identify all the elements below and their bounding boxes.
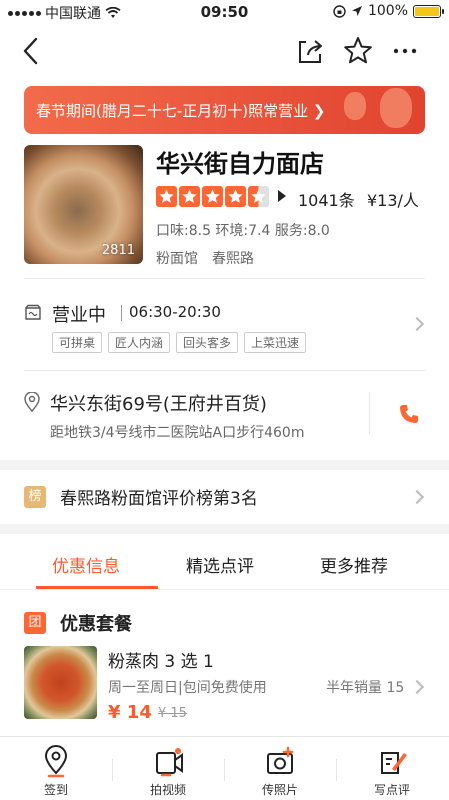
star-full-icon: [156, 186, 177, 207]
business-hours: 06:30-20:30: [129, 303, 221, 321]
feature-tags: 可拼桌 匠人内涵 回头客多 上菜迅速: [52, 332, 307, 353]
deal-original-price: ¥ 15: [158, 706, 187, 721]
share-icon[interactable]: [294, 34, 328, 68]
feature-tag: 上菜迅速: [244, 332, 307, 353]
deal-sales: 半年销量 15: [326, 680, 405, 696]
phone-icon[interactable]: [398, 403, 420, 425]
shop-tags: 粉面馆 春熙路: [156, 248, 268, 268]
category-tag[interactable]: 粉面馆: [156, 251, 198, 267]
upload-photo-button[interactable]: 传照片: [224, 737, 336, 800]
tab-deals[interactable]: 优惠信息: [52, 552, 120, 577]
separator: [369, 392, 370, 434]
nav-bar: [0, 24, 449, 80]
rank-badge-icon: 榜: [24, 486, 46, 508]
section-gap: [0, 460, 449, 470]
write-review-icon: [381, 752, 407, 774]
battery-percent: 100%: [367, 3, 408, 19]
battery-icon: [413, 4, 444, 18]
holiday-banner[interactable]: 春节期间(腊月二十七-正月初十)照常营业 ❯: [24, 86, 425, 134]
deal-chevron-right-icon[interactable]: [409, 679, 425, 695]
status-right: 100%: [333, 3, 444, 19]
orientation-lock-icon: [333, 4, 346, 18]
ranking-chevron-right-icon[interactable]: [409, 489, 425, 505]
video-camera-icon: [156, 748, 183, 777]
hours-chevron-right-icon[interactable]: [409, 316, 425, 332]
shop-photo[interactable]: 2811: [24, 145, 143, 264]
feature-tag: 可拼桌: [52, 332, 103, 353]
location-pin-icon: [24, 392, 40, 412]
content: 春节期间(腊月二十七-正月初十)照常营业 ❯ 2811 华兴街自力面店 1041…: [0, 80, 449, 736]
upload-photo-label: 传照片: [261, 783, 298, 797]
open-status: 营业中: [52, 305, 106, 326]
record-video-label: 拍视频: [149, 783, 186, 797]
banner-text: 春节期间(腊月二十七-正月初十)照常营业 ❯: [36, 102, 326, 120]
checkin-location-icon: [44, 745, 68, 778]
write-review-button[interactable]: 写点评: [336, 737, 448, 800]
write-review-label: 写点评: [373, 783, 410, 797]
star-full-icon: [179, 186, 200, 207]
checkin-label: 签到: [43, 783, 68, 797]
deal-name[interactable]: 粉蒸肉 3 选 1: [108, 647, 214, 672]
record-video-button[interactable]: 拍视频: [112, 737, 224, 800]
star-half-icon: [248, 186, 269, 207]
deal-usage: 周一至周日|包间免费使用: [108, 680, 267, 696]
section-gap: [0, 524, 449, 534]
lantern-decoration: [344, 92, 366, 120]
subway-distance: 距地铁3/4号线市二医院站A口步行460m: [50, 425, 305, 441]
star-icon[interactable]: [341, 34, 375, 68]
tab-featured-reviews[interactable]: 精选点评: [186, 552, 254, 577]
star-full-icon: [225, 186, 246, 207]
more-icon[interactable]: [388, 34, 422, 68]
avg-price: ¥13/人: [367, 191, 419, 210]
deal-image[interactable]: [24, 646, 97, 719]
deals-section-title: 优惠套餐: [60, 614, 132, 635]
review-count[interactable]: 1041条: [298, 187, 355, 211]
shop-address[interactable]: 华兴东街69号(王府井百货): [50, 390, 267, 416]
shop-name: 华兴街自力面店: [156, 150, 324, 178]
tab-more-recommendations[interactable]: 更多推荐: [320, 552, 388, 577]
lantern-decoration: [380, 88, 412, 128]
back-arrow-icon[interactable]: [16, 34, 50, 68]
ranking-text[interactable]: 春熙路粉面馆评价榜第3名: [60, 484, 258, 509]
area-tag[interactable]: 春熙路: [212, 251, 254, 267]
group-deal-badge-icon: 团: [24, 612, 46, 634]
photo-upload-icon: [267, 746, 294, 774]
shop-hours-icon: [25, 304, 41, 320]
bottom-action-bar: 签到 拍视频 传照片 写点评: [0, 736, 449, 800]
divider: [24, 370, 425, 371]
star-full-icon: [202, 186, 223, 207]
divider: [24, 278, 425, 279]
feature-tag: 匠人内涵: [108, 332, 171, 353]
rating-detail-arrow-icon[interactable]: [278, 190, 286, 202]
divider: [0, 589, 449, 590]
photo-count: 2811: [101, 243, 135, 258]
feature-tag: 回头客多: [176, 332, 239, 353]
location-arrow-icon: [351, 6, 362, 16]
checkin-button[interactable]: 签到: [0, 737, 112, 800]
sub-scores: 口味:8.5 环境:7.4 服务:8.0: [156, 223, 330, 239]
status-bar: 中国联通 09:50 100%: [0, 0, 449, 24]
rating-stars[interactable]: [156, 186, 269, 207]
separator: [121, 305, 122, 321]
deal-price: ¥ 14: [108, 702, 152, 723]
